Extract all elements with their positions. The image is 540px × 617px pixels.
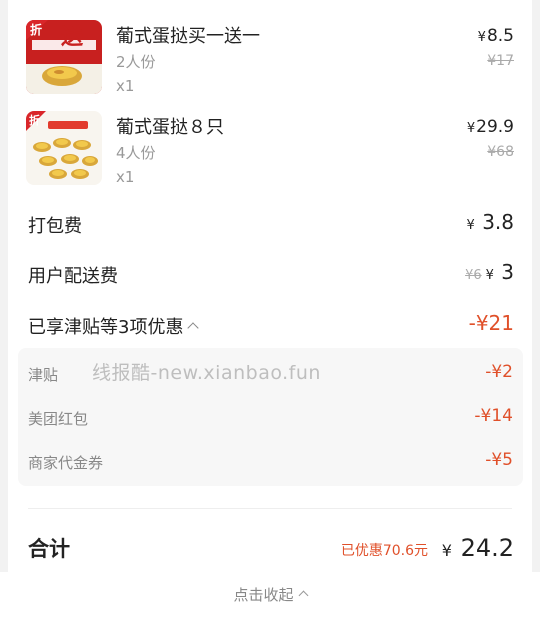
item-price: ¥29.9	[466, 117, 514, 137]
packing-fee-label: 打包费	[28, 216, 82, 237]
list-item: 送 折 葡式蛋挞买一送一 2人份 x1 ¥8.5 ¥17	[8, 20, 532, 100]
egg-tarts-icon: 折	[26, 111, 102, 185]
item-original-price: ¥68	[487, 144, 514, 160]
svg-text:折: 折	[30, 22, 42, 37]
total-saved: 已优惠70.6元	[340, 543, 428, 559]
delivery-fee-label: 用户配送费	[28, 266, 118, 287]
svg-text:送: 送	[61, 24, 83, 50]
item-price: ¥8.5	[477, 26, 514, 46]
collapse-button[interactable]: 点击收起	[0, 572, 540, 617]
item-original-price: ¥17	[487, 53, 514, 69]
packing-fee-value: ¥ 3.8	[466, 210, 514, 234]
list-item: 折 葡式蛋挞８只 4人份 x1 ¥29.9 ¥68	[8, 111, 532, 191]
discount-summary-value: -¥21	[468, 311, 514, 335]
item-quantity: x1	[116, 77, 135, 95]
delivery-fee-value: ¥6 ¥ 3	[465, 260, 514, 284]
discount-summary-label: 已享津贴等3项优惠	[28, 313, 200, 339]
discount-row-red-packet: 美团红包 -¥14	[28, 406, 513, 428]
watermark: 线报酷-new.xianbao.fun	[92, 362, 321, 384]
collapse-label: 点击收起	[233, 586, 308, 604]
discount-row-voucher: 商家代金券 -¥5	[28, 450, 513, 472]
packing-fee-row: 打包费 ¥ 3.8	[8, 208, 532, 238]
delivery-fee-row: 用户配送费 ¥6 ¥ 3	[8, 258, 532, 288]
total-value: ¥ 24.2	[441, 534, 514, 562]
item-serving: 4人份	[116, 144, 156, 162]
chevron-up-icon	[298, 590, 308, 601]
divider	[28, 508, 512, 509]
egg-tart-icon: 送 折	[26, 20, 102, 94]
item-serving: 2人份	[116, 53, 156, 71]
delivery-fee-original: ¥6	[465, 268, 482, 283]
discount-summary-toggle[interactable]: 已享津贴等3项优惠 -¥21	[8, 309, 532, 339]
item-name: 葡式蛋挞买一送一	[116, 26, 260, 47]
item-quantity: x1	[116, 168, 135, 186]
chevron-up-icon	[187, 322, 200, 334]
item-name: 葡式蛋挞８只	[116, 117, 224, 138]
total-label: 合计	[28, 537, 70, 561]
svg-text:折: 折	[29, 113, 40, 127]
order-summary-card: 送 折 葡式蛋挞买一送一 2人份 x1 ¥8.5 ¥17 折 葡式蛋挞８只 4人…	[8, 0, 532, 572]
